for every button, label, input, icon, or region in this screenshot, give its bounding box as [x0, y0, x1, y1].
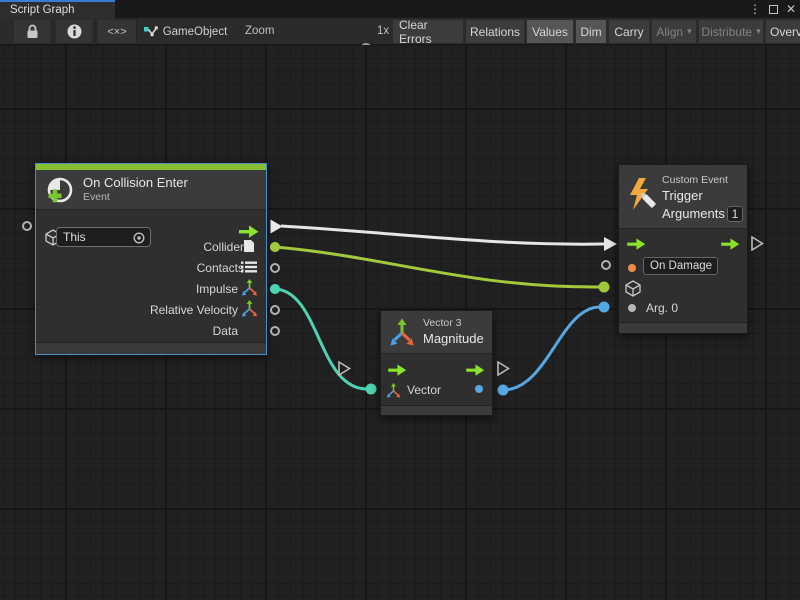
flow-out-arrow-icon: [238, 225, 259, 238]
event-name-port[interactable]: [628, 264, 636, 272]
port-label-impulse: Impulse: [196, 282, 238, 296]
vector3-axes-icon: [241, 279, 258, 296]
magnitude-flow-out-port[interactable]: [497, 361, 510, 376]
code-view-button[interactable]: <×>: [98, 20, 136, 43]
zoom-label: Zoom: [245, 25, 274, 37]
carry-button[interactable]: Carry: [609, 20, 649, 43]
breadcrumb[interactable]: GameObject: [137, 20, 233, 43]
code-icon: <×>: [107, 26, 126, 38]
arguments-label: Arguments: [662, 206, 725, 221]
this-input-port[interactable]: [22, 221, 32, 231]
impulse-out-port[interactable]: [270, 284, 280, 294]
script-graph-icon: [143, 25, 158, 39]
zoom-value: 1x: [377, 25, 389, 37]
lock-button[interactable]: [14, 20, 50, 43]
node-supertitle: Custom Event: [662, 174, 728, 186]
node-title: Trigger: [662, 188, 703, 203]
flow-in-arrow-icon: [626, 238, 646, 250]
clear-errors-button[interactable]: Clear Errors: [393, 20, 463, 43]
node-title: Magnitude: [423, 331, 484, 346]
graph-canvas[interactable]: On Collision Enter Event This: [0, 45, 800, 600]
port-label-arg0: Arg. 0: [646, 301, 678, 315]
data-out-port[interactable]: [270, 326, 280, 336]
tab-script-graph[interactable]: Script Graph: [0, 0, 115, 18]
lock-icon: [26, 24, 39, 39]
event-name-in-port[interactable]: [601, 260, 611, 270]
chevron-down-icon: ▾: [687, 26, 692, 37]
port-label-vector: Vector: [407, 383, 441, 397]
close-icon[interactable]: ✕: [786, 0, 796, 18]
flow-in-arrow-icon: [387, 364, 407, 376]
wire-flow[interactable]: [281, 226, 617, 251]
arguments-count-field[interactable]: 1: [727, 206, 743, 222]
collider-doc-icon: [243, 239, 255, 253]
wire-impulse[interactable]: [270, 284, 377, 395]
node-on-collision-enter[interactable]: On Collision Enter Event This: [35, 163, 267, 355]
vector3-axes-icon: [241, 300, 258, 317]
breadcrumb-label: GameObject: [163, 26, 228, 38]
values-button[interactable]: Values: [527, 20, 573, 43]
event-icon: [45, 175, 75, 205]
node-vector3-magnitude[interactable]: Vector 3 Magnitude Vector: [380, 310, 493, 416]
kebab-menu-icon[interactable]: ⋮: [749, 0, 761, 18]
contacts-out-port[interactable]: [270, 263, 280, 273]
maximize-icon[interactable]: [769, 5, 778, 14]
gameobject-cube-icon: [625, 280, 641, 297]
event-name-field[interactable]: On Damage: [643, 257, 718, 275]
chevron-down-icon: ▾: [756, 26, 761, 37]
port-label-contacts: Contacts: [197, 261, 244, 275]
wire-magnitude[interactable]: [498, 302, 610, 396]
collider-out-port[interactable]: [270, 242, 280, 252]
flow-out-port-connected[interactable]: [270, 219, 283, 234]
float-output-port[interactable]: [475, 385, 483, 393]
align-button[interactable]: Align ▾: [652, 20, 696, 43]
this-value-field[interactable]: This: [56, 227, 151, 247]
node-footer: [36, 342, 266, 354]
magnitude-flow-in-port[interactable]: [338, 361, 351, 376]
node-custom-event-trigger[interactable]: Custom Event Trigger Arguments 1 On Dama…: [618, 164, 748, 334]
graph-toolbar: <×> GameObject Zoom 1x Clear Errors Rela…: [0, 18, 800, 45]
arg0-port[interactable]: [628, 304, 636, 312]
contacts-list-icon: [241, 261, 257, 273]
wire-collider[interactable]: [270, 242, 610, 293]
distribute-button[interactable]: Distribute ▾: [699, 20, 763, 43]
info-button[interactable]: [56, 20, 92, 43]
overview-button[interactable]: Overv: [766, 20, 800, 43]
port-label-data: Data: [213, 324, 238, 338]
titlebar: Script Graph ⋮ ✕: [0, 0, 800, 18]
info-icon: [67, 24, 82, 39]
flow-out-arrow-icon: [465, 364, 485, 376]
node-footer: [619, 322, 747, 333]
unity-script-graph-window: Script Graph ⋮ ✕ <×>: [0, 0, 800, 600]
relative-velocity-out-port[interactable]: [270, 305, 280, 315]
object-picker-icon[interactable]: [133, 232, 145, 244]
flow-out-arrow-icon: [720, 238, 740, 250]
relations-button[interactable]: Relations: [466, 20, 524, 43]
port-label-relative-velocity: Relative Velocity: [150, 303, 238, 317]
dim-button[interactable]: Dim: [576, 20, 606, 43]
node-footer: [381, 405, 492, 415]
node-supertitle: Vector 3: [423, 317, 462, 329]
vector3-axes-icon: [386, 383, 401, 398]
vector3-axes-icon: [388, 318, 416, 348]
port-label-collider: Collider: [203, 240, 244, 254]
node-subtitle: Event: [83, 191, 110, 203]
custom-event-icon: [626, 177, 658, 215]
node-title: On Collision Enter: [83, 175, 188, 190]
trigger-flow-out-port[interactable]: [751, 236, 764, 251]
